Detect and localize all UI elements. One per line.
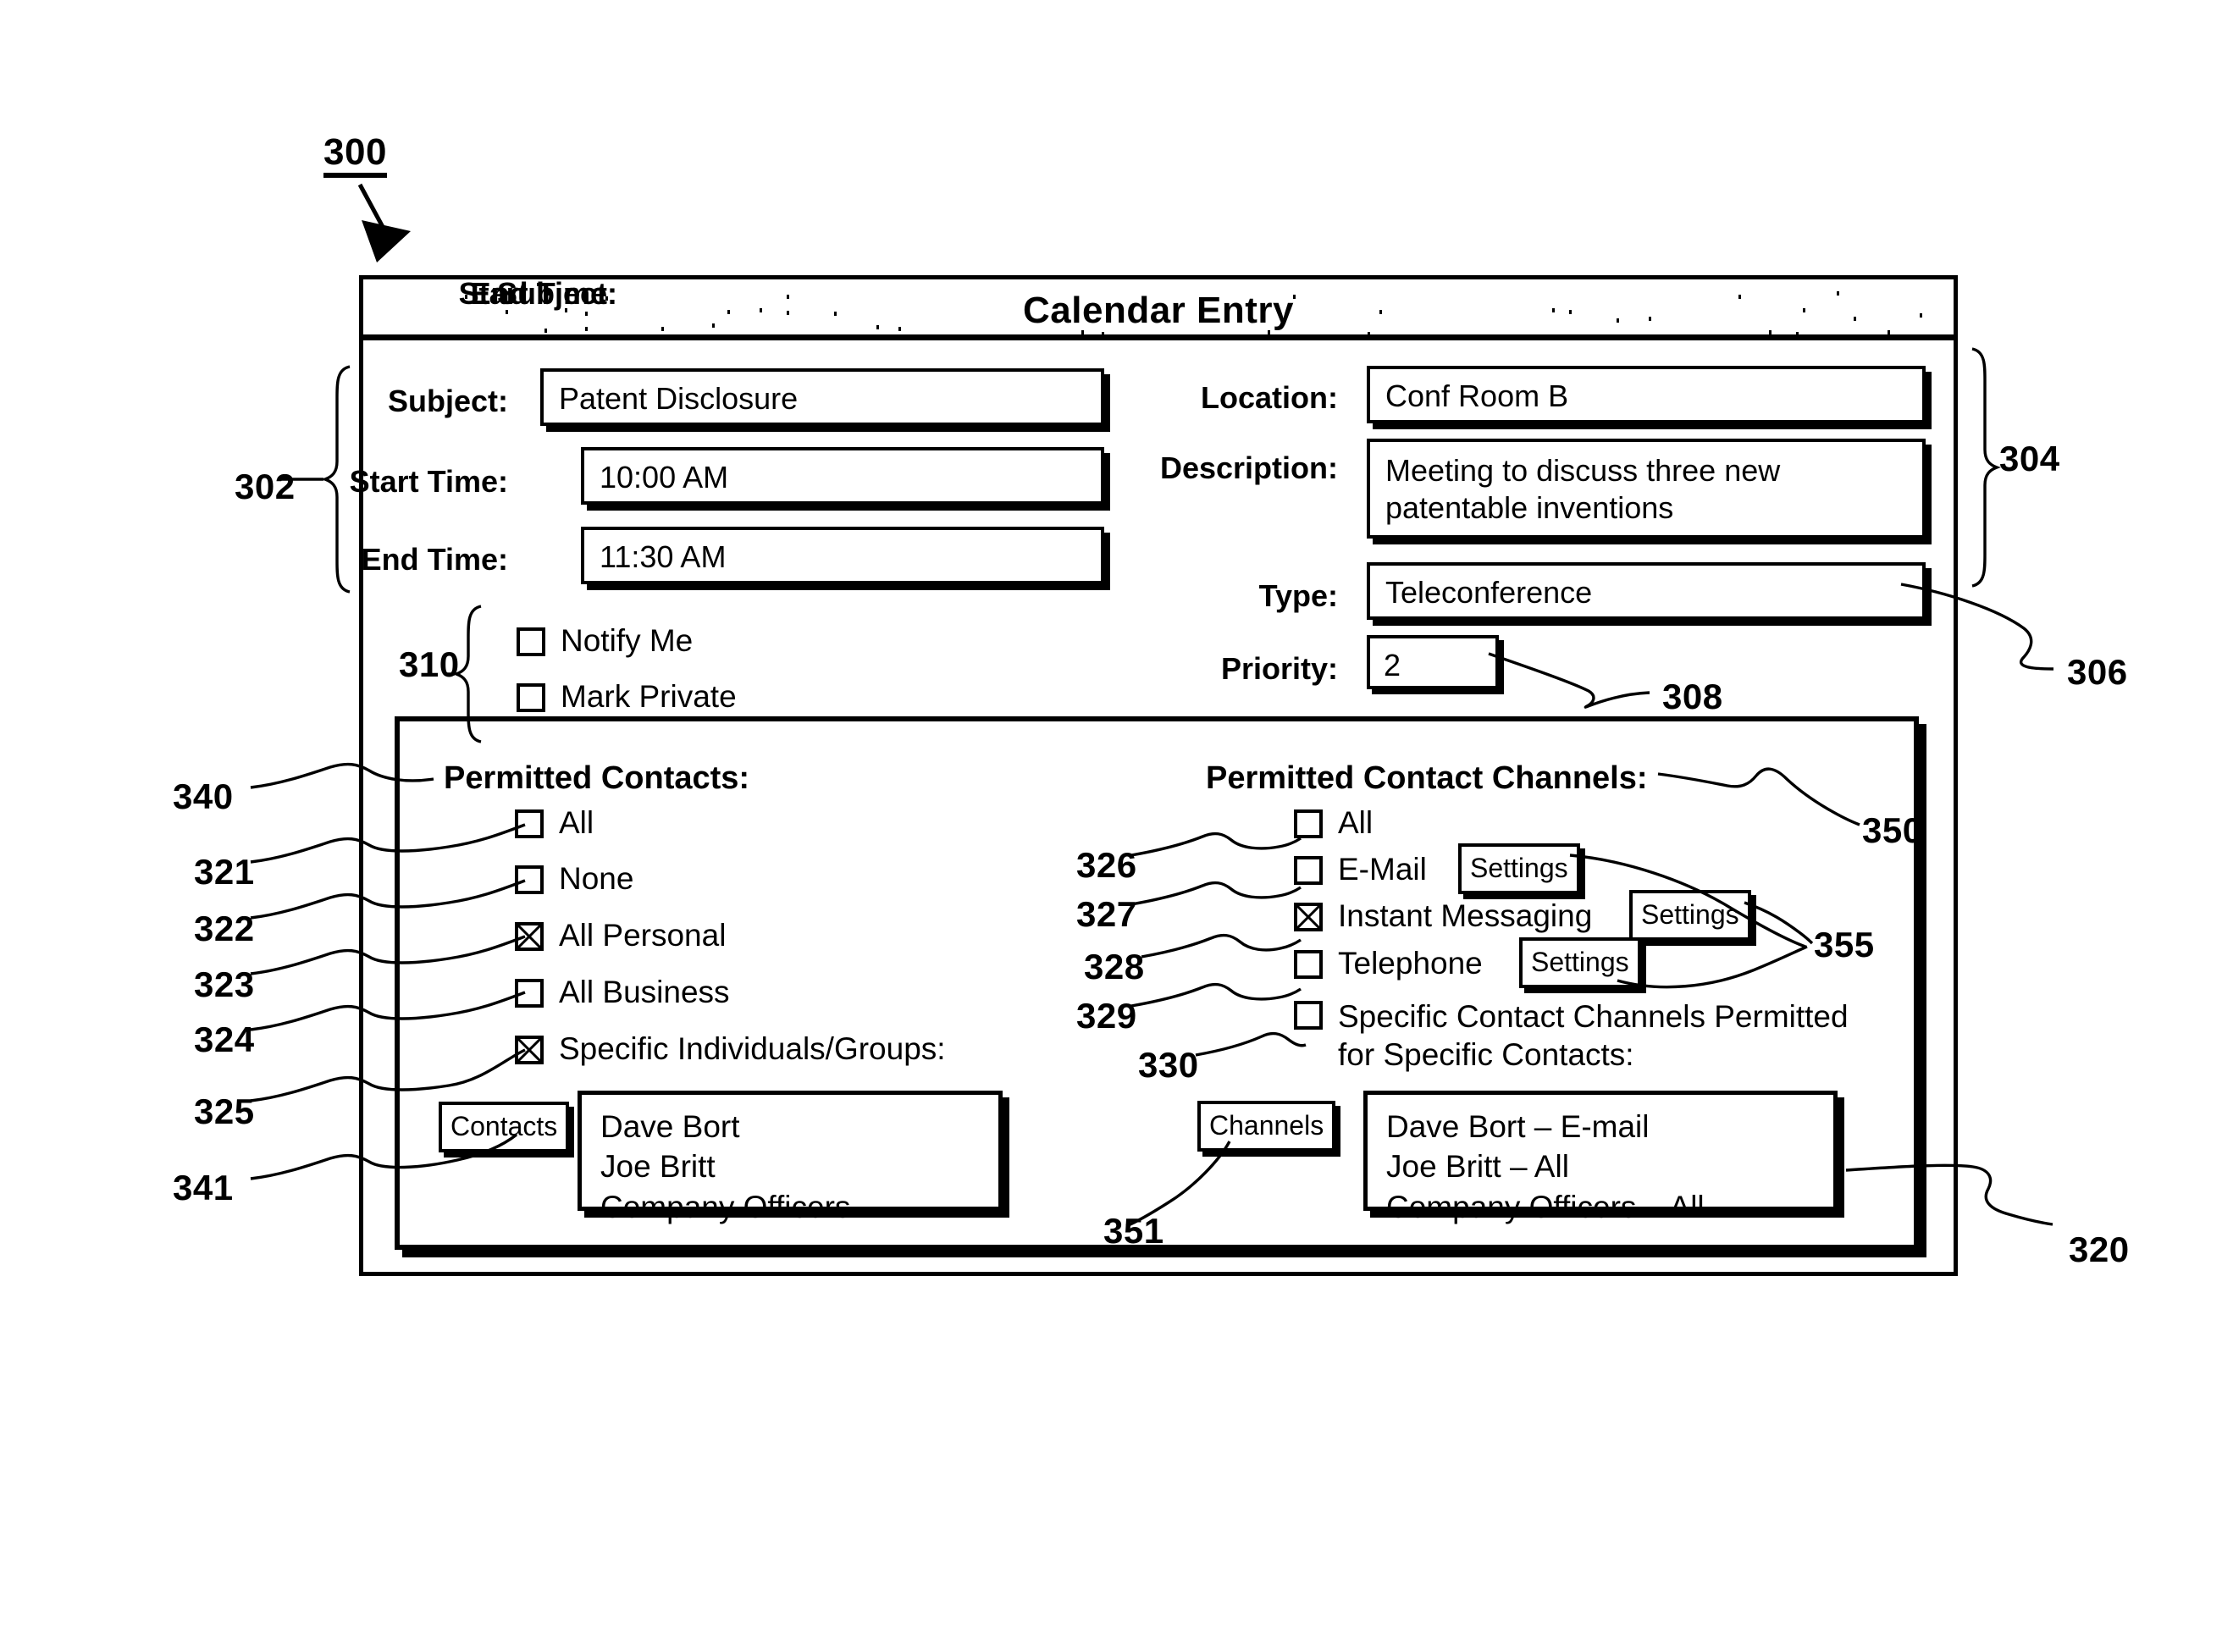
contacts-option-all-personal[interactable]: All Personal	[515, 920, 726, 953]
channels-option-specific[interactable]: Specific Contact Channels Permitted for …	[1294, 997, 1880, 1075]
callout-340: 340	[173, 776, 234, 816]
priority-field-label: Priority:	[1220, 651, 1338, 686]
callout-326: 326	[1076, 845, 1137, 885]
notify-me-label: Notify Me	[561, 623, 694, 658]
callout-355: 355	[1814, 925, 1875, 964]
channels-im-checkbox[interactable]	[1294, 902, 1323, 931]
figure-number-300: 300	[323, 134, 387, 178]
telephone-settings-button[interactable]: Settings	[1519, 937, 1641, 988]
channels-list-item[interactable]: Dave Bort – E-mail	[1386, 1107, 1833, 1146]
channels-option-email[interactable]: E-Mail	[1294, 854, 1427, 887]
channels-email-checkbox[interactable]	[1294, 855, 1323, 885]
contacts-option-all[interactable]: All	[515, 807, 594, 840]
contacts-listbox[interactable]: Dave Bort Joe Britt Company Officers	[578, 1091, 1003, 1224]
end-time-field-label: End Time:	[361, 542, 508, 577]
contacts-list-item[interactable]: Joe Britt	[600, 1146, 998, 1186]
description-input[interactable]: Meeting to discuss three new patentable …	[1367, 439, 1926, 539]
callout-329: 329	[1076, 996, 1137, 1036]
channels-list-item[interactable]: Company Officers – All	[1386, 1187, 1833, 1227]
contacts-all-checkbox[interactable]	[515, 809, 544, 838]
email-settings-button[interactable]: Settings	[1458, 843, 1580, 894]
contacts-specific-checkbox[interactable]	[515, 1035, 544, 1064]
callout-321: 321	[194, 852, 255, 892]
channels-list-item[interactable]: Joe Britt – All	[1386, 1146, 1833, 1186]
figure-arrowhead	[362, 220, 411, 262]
callout-302: 302	[235, 467, 296, 506]
end-time-input[interactable]: 11:30 AM	[581, 527, 1104, 584]
callout-320: 320	[2069, 1229, 2130, 1269]
channels-specific-label: Specific Contact Channels Permitted for …	[1338, 999, 1849, 1073]
callout-350: 350	[1862, 810, 1923, 850]
contacts-option-none[interactable]: None	[515, 863, 633, 896]
end-time-label: End Time:	[470, 276, 617, 311]
contacts-button[interactable]: Contacts	[439, 1102, 570, 1152]
type-input[interactable]: Teleconference	[1367, 562, 1926, 620]
channels-option-telephone[interactable]: Telephone	[1294, 948, 1483, 981]
contacts-option-all-business[interactable]: All Business	[515, 976, 730, 1009]
contacts-all-business-label: All Business	[559, 975, 730, 1009]
callout-304: 304	[1999, 439, 2060, 478]
channels-all-label: All	[1338, 805, 1374, 840]
mark-private-checkbox[interactable]	[517, 682, 545, 712]
contacts-none-checkbox[interactable]	[515, 865, 544, 894]
callout-322: 322	[194, 909, 255, 948]
type-field-label: Type:	[1258, 578, 1338, 613]
permitted-contacts-heading: Permitted Contacts:	[444, 760, 750, 796]
contacts-all-business-checkbox[interactable]	[515, 978, 544, 1008]
callout-351: 351	[1103, 1211, 1164, 1251]
location-input[interactable]: Conf Room B	[1367, 366, 1926, 423]
permitted-channels-heading: Permitted Contact Channels:	[1206, 760, 1648, 796]
contacts-all-personal-label: All Personal	[559, 918, 727, 953]
notify-me-checkbox-row[interactable]: Notify Me	[517, 625, 693, 658]
callout-328: 328	[1084, 947, 1145, 986]
priority-input[interactable]: 2	[1367, 635, 1499, 689]
channels-all-checkbox[interactable]	[1294, 809, 1323, 838]
channels-telephone-checkbox[interactable]	[1294, 949, 1323, 979]
callout-306: 306	[2067, 652, 2128, 692]
channels-email-label: E-Mail	[1338, 852, 1427, 887]
subject-field-label: Subject:	[387, 384, 508, 418]
callout-324: 324	[194, 1019, 255, 1059]
contacts-specific-label: Specific Individuals/Groups:	[559, 1031, 946, 1066]
callout-323: 323	[194, 964, 255, 1004]
callout-308: 308	[1662, 677, 1723, 716]
contacts-list-item[interactable]: Company Officers	[600, 1187, 998, 1227]
mark-private-checkbox-row[interactable]: Mark Private	[517, 681, 737, 714]
instant-messaging-settings-button[interactable]: Settings	[1629, 890, 1751, 941]
channels-option-instant-messaging[interactable]: Instant Messaging	[1294, 900, 1592, 933]
channels-telephone-label: Telephone	[1338, 946, 1483, 981]
channels-specific-checkbox[interactable]	[1294, 1001, 1323, 1030]
contacts-all-personal-checkbox[interactable]	[515, 921, 544, 951]
contacts-none-label: None	[559, 861, 634, 896]
description-field-label: Description:	[1159, 450, 1338, 485]
notify-me-checkbox[interactable]	[517, 627, 545, 656]
callout-341: 341	[173, 1168, 234, 1207]
callout-325: 325	[194, 1091, 255, 1131]
channels-im-label: Instant Messaging	[1338, 898, 1593, 933]
callout-310: 310	[399, 644, 460, 684]
channels-listbox[interactable]: Dave Bort – E-mail Joe Britt – All Compa…	[1363, 1091, 1838, 1224]
callout-330: 330	[1138, 1045, 1199, 1085]
channels-option-all[interactable]: All	[1294, 807, 1373, 840]
contacts-option-specific[interactable]: Specific Individuals/Groups:	[515, 1033, 946, 1066]
start-time-field-label: Start Time:	[349, 464, 508, 499]
channels-button[interactable]: Channels	[1197, 1101, 1336, 1152]
contacts-all-label: All	[559, 805, 594, 840]
callout-327: 327	[1076, 894, 1137, 934]
mark-private-label: Mark Private	[561, 679, 737, 714]
contacts-list-item[interactable]: Dave Bort	[600, 1107, 998, 1146]
location-field-label: Location:	[1201, 380, 1338, 415]
